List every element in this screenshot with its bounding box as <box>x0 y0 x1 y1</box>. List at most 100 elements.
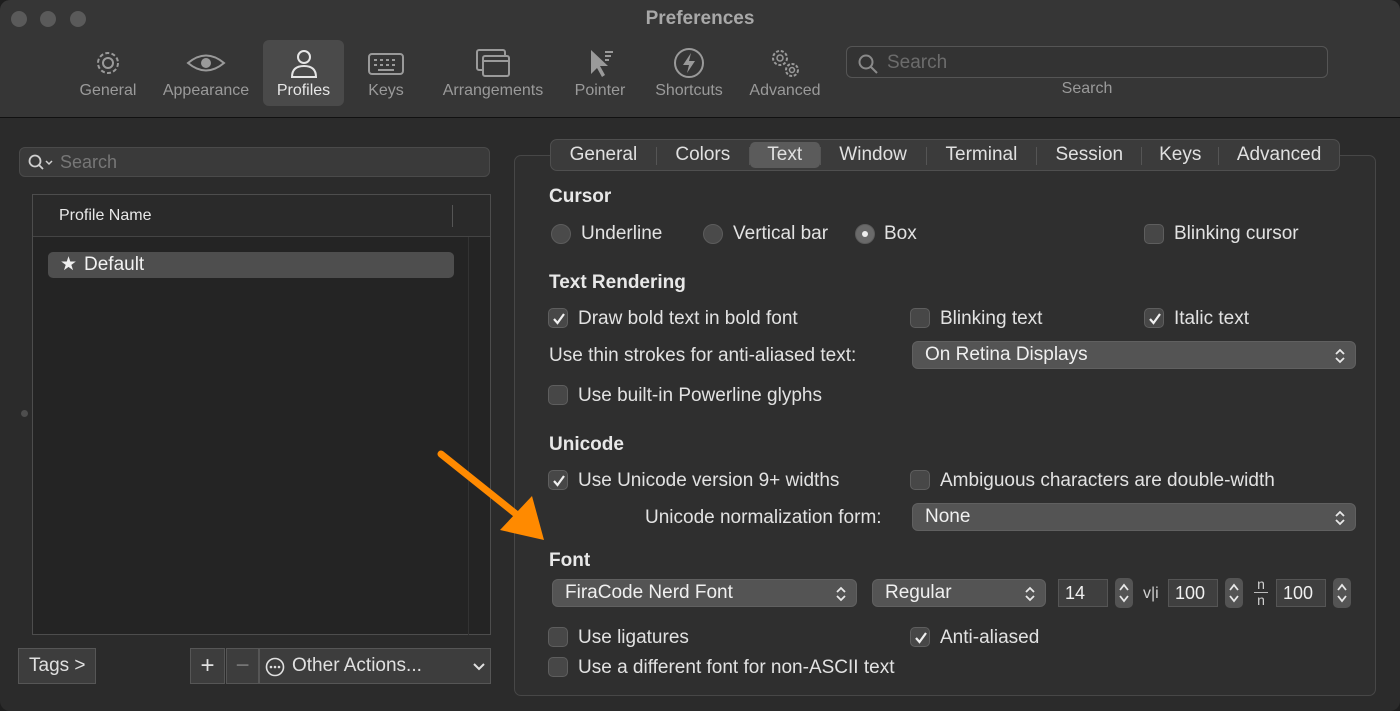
checkmark-icon <box>553 313 565 325</box>
tab-advanced[interactable]: Advanced <box>1219 140 1339 170</box>
blinking-cursor-label: Blinking cursor <box>1174 223 1299 244</box>
radio-box-label: Box <box>884 223 917 244</box>
toolbar-item-label: Pointer <box>574 82 626 99</box>
toolbar-item-label: Arrangements <box>442 82 544 99</box>
gear-icon <box>97 52 119 74</box>
vertical-spacing-stepper[interactable] <box>1333 578 1351 608</box>
other-actions-label: Other Actions... <box>292 655 422 676</box>
powerline-label: Use built-in Powerline glyphs <box>578 385 822 406</box>
font-size-stepper[interactable] <box>1115 578 1133 608</box>
toolbar-item-pointer[interactable]: Pointer <box>568 40 632 106</box>
anti-aliased-label: Anti-aliased <box>940 627 1040 648</box>
horizontal-spacing-value: 100 <box>1175 583 1206 603</box>
section-unicode: Unicode <box>549 434 624 455</box>
normalization-label: Unicode normalization form: <box>645 507 882 528</box>
stepper-arrows-icon <box>1337 583 1347 603</box>
italic-text-label: Italic text <box>1174 308 1249 329</box>
toolbar-search-field[interactable]: Search <box>846 46 1328 78</box>
splitter-handle[interactable] <box>21 410 28 417</box>
radio-vertical-bar-label: Vertical bar <box>733 223 829 244</box>
tags-button[interactable]: Tags > <box>18 648 96 684</box>
updown-chevron-icon <box>1025 586 1035 602</box>
section-cursor: Cursor <box>549 186 612 207</box>
toolbar-item-advanced[interactable]: Advanced <box>744 40 826 106</box>
remove-profile-button[interactable]: − <box>226 648 259 684</box>
font-style-select[interactable]: Regular <box>872 579 1046 607</box>
vertical-spacing-value: 100 <box>1283 583 1314 603</box>
search-menu-icon <box>28 154 53 170</box>
ligatures-label: Use ligatures <box>578 627 689 648</box>
pointer-icon <box>591 50 613 77</box>
checkbox-ligatures[interactable] <box>548 627 568 647</box>
font-size-field[interactable]: 14 <box>1058 579 1108 607</box>
other-actions-button[interactable]: Other Actions... <box>259 648 491 684</box>
vertical-spacing-icon: n n <box>1254 576 1268 608</box>
font-family-select[interactable]: FiraCode Nerd Font <box>552 579 857 607</box>
toolbar-item-label: Shortcuts <box>655 82 723 99</box>
toolbar-item-label: General <box>79 82 137 99</box>
tab-general[interactable]: General <box>551 140 656 170</box>
thin-strokes-select[interactable]: On Retina Displays <box>912 341 1356 369</box>
vertical-spacing-glyph-top: n <box>1257 576 1265 592</box>
section-text-rendering: Text Rendering <box>549 272 686 293</box>
radio-box[interactable] <box>855 224 875 244</box>
thin-strokes-value: On Retina Displays <box>925 344 1088 365</box>
search-placeholder: Search <box>887 52 948 73</box>
add-profile-button[interactable]: + <box>190 648 225 684</box>
eye-icon <box>186 54 226 72</box>
toolbar-item-arrangements[interactable]: Arrangements <box>436 40 550 106</box>
profile-list-header[interactable]: Profile Name <box>33 195 490 237</box>
normalization-select[interactable]: None <box>912 503 1356 531</box>
section-font: Font <box>549 550 591 571</box>
checkbox-anti-aliased[interactable] <box>910 627 930 647</box>
profile-name: Default <box>84 254 145 275</box>
tab-text[interactable]: Text <box>749 142 820 168</box>
preferences-window: Preferences General Appearance Profiles … <box>0 0 1400 711</box>
checkbox-italic-text[interactable] <box>1144 308 1164 328</box>
toolbar: Preferences General Appearance Profiles … <box>0 0 1400 118</box>
column-header-profile-name: Profile Name <box>59 207 152 224</box>
horizontal-spacing-stepper[interactable] <box>1225 578 1243 608</box>
checkbox-non-ascii-font[interactable] <box>548 657 568 677</box>
checkbox-powerline[interactable] <box>548 385 568 405</box>
radio-underline[interactable] <box>551 224 571 244</box>
toolbar-item-label: Keys <box>368 82 404 99</box>
checkbox-bold-font[interactable] <box>548 308 568 328</box>
checkbox-ambiguous-double-width[interactable] <box>910 470 930 490</box>
tab-terminal[interactable]: Terminal <box>927 140 1037 170</box>
toolbar-item-appearance[interactable]: Appearance <box>156 40 256 106</box>
radio-vertical-bar[interactable] <box>703 224 723 244</box>
tab-keys[interactable]: Keys <box>1142 140 1218 170</box>
checkbox-blinking-cursor[interactable] <box>1144 224 1164 244</box>
annotation-arrow-icon <box>437 450 544 540</box>
font-style-value: Regular <box>885 582 952 603</box>
profile-row-default[interactable]: ★ Default <box>48 252 454 278</box>
vertical-spacing-field[interactable]: 100 <box>1276 579 1326 607</box>
tab-window[interactable]: Window <box>821 140 926 170</box>
profile-search-field[interactable]: Search <box>19 147 490 177</box>
toolbar-item-profiles[interactable]: Profiles <box>263 40 344 106</box>
profile-search-placeholder: Search <box>60 152 118 172</box>
search-icon <box>858 54 878 74</box>
stepper-arrows-icon <box>1229 583 1239 603</box>
checkbox-blinking-text[interactable] <box>910 308 930 328</box>
windows-icon <box>476 49 510 77</box>
thin-strokes-label: Use thin strokes for anti-aliased text: <box>549 345 857 366</box>
ambiguous-double-width-label: Ambiguous characters are double-width <box>940 470 1275 491</box>
toolbar-item-general[interactable]: General <box>72 40 144 106</box>
radio-underline-label: Underline <box>581 223 663 244</box>
person-icon <box>290 50 317 78</box>
updown-chevron-icon <box>1335 510 1345 526</box>
profile-list: Profile Name ★ Default <box>32 194 491 635</box>
tab-colors[interactable]: Colors <box>657 140 749 170</box>
non-ascii-font-label: Use a different font for non-ASCII text <box>578 657 895 678</box>
bold-font-label: Draw bold text in bold font <box>578 308 798 329</box>
toolbar-item-shortcuts[interactable]: Shortcuts <box>648 40 730 106</box>
chevron-down-icon <box>473 663 485 671</box>
font-size-value: 14 <box>1065 583 1086 603</box>
toolbar-item-keys[interactable]: Keys <box>356 40 416 106</box>
horizontal-spacing-icon: v|i <box>1143 585 1159 602</box>
horizontal-spacing-field[interactable]: 100 <box>1168 579 1218 607</box>
toolbar-item-label: Profiles <box>276 82 331 99</box>
tab-session[interactable]: Session <box>1037 140 1141 170</box>
